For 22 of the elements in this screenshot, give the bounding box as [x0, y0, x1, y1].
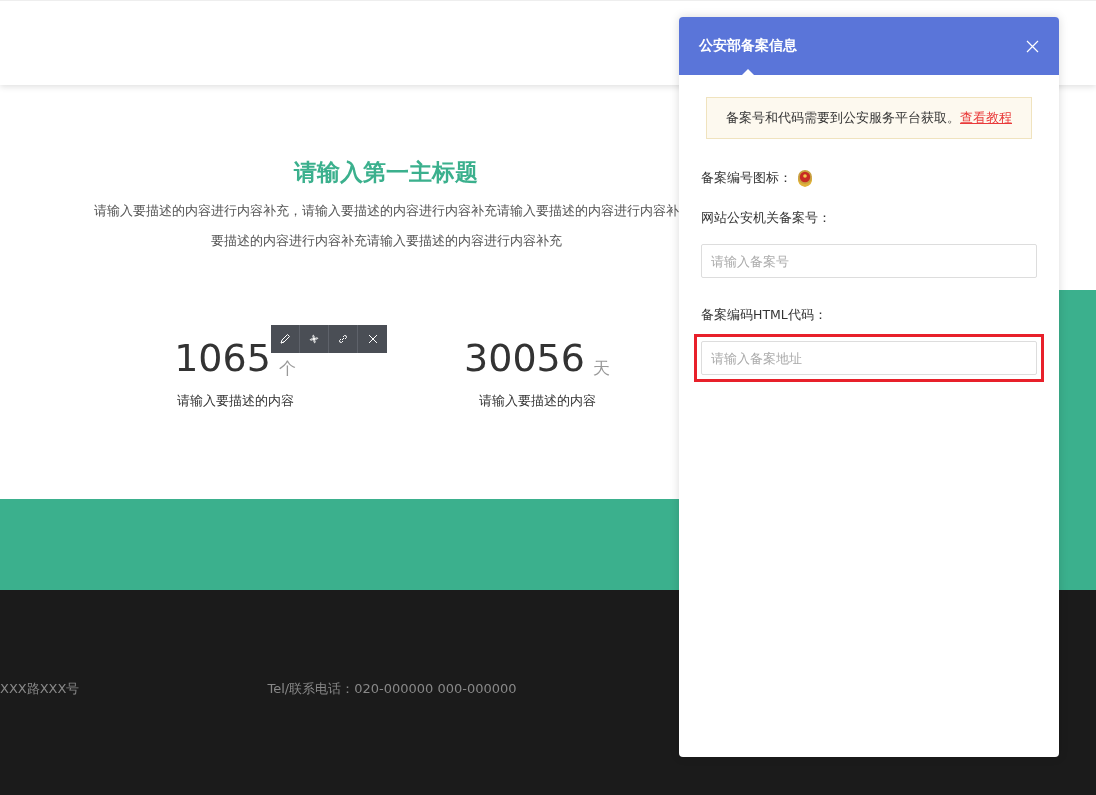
stat-caption: 请输入要描述的内容: [176, 392, 294, 410]
input-field[interactable]: 请输入备案号: [701, 244, 1037, 278]
notice-text: 备案号和代码需要到公安服务平台获取。: [726, 109, 960, 127]
field-label: 备案编号图标：: [701, 169, 792, 187]
footer-phone: Tel/联系电话：020-000000 000-000000: [267, 680, 517, 698]
stat-number: 30056: [464, 336, 585, 380]
police-emblem-icon: [796, 168, 814, 188]
input-field[interactable]: 请输入备案地址: [701, 341, 1037, 375]
description-text: 请输入要描述的内容进行内容补充，请输入要描述的内容进行内容补充请输入要描述的内容进行内容补: [93, 202, 679, 220]
stat-caption: 请输入要描述的内容: [478, 392, 596, 410]
header-pointer: [742, 69, 754, 75]
description-text: 要描述的内容进行内容补充请输入要描述的内容进行内容补充: [210, 232, 562, 250]
stat-unit: 天: [592, 357, 610, 380]
field-label: 网站公安机关备案号：: [701, 210, 832, 227]
tutorial-link[interactable]: 查看教程: [960, 109, 1012, 127]
footer-address: XXX路XXX号: [0, 680, 80, 698]
section-title: 请输入第一主标题: [294, 158, 478, 187]
dialog-title: 公安部备案信息: [699, 37, 797, 55]
stat-number: 1065: [174, 336, 271, 380]
close-icon[interactable]: [1026, 39, 1039, 53]
field-label: 备案编码HTML代码：: [701, 307, 828, 324]
stat-unit: 个: [278, 357, 296, 380]
